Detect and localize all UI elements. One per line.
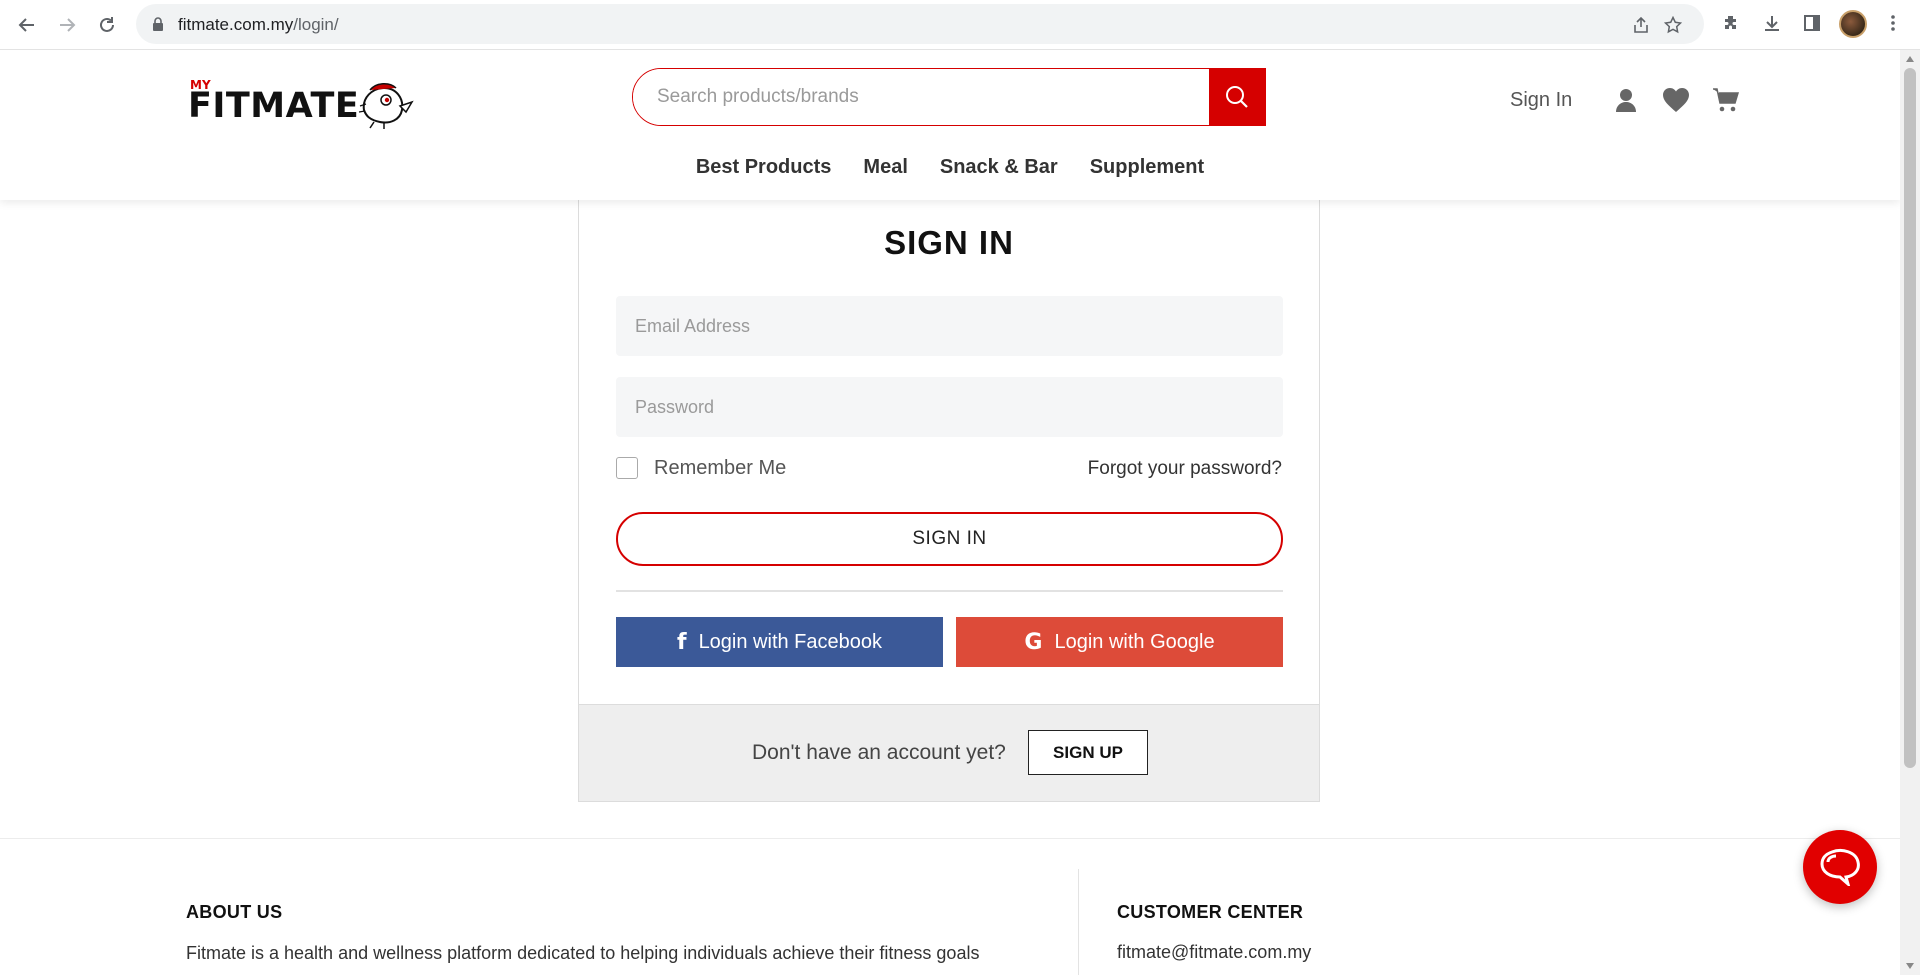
menu-kebab-icon[interactable] [1880,10,1906,36]
url-text: fitmate.com.my/login/ [178,15,339,34]
profile-avatar[interactable] [1839,10,1867,38]
back-icon[interactable] [11,9,43,41]
facebook-login-label: Login with Facebook [698,630,883,653]
google-login-button[interactable]: G Login with Google [956,617,1283,667]
remember-me-checkbox[interactable] [616,457,638,479]
signup-prompt: Don't have an account yet? [752,741,1006,764]
signin-title: SIGN IN [884,224,1014,261]
browser-toolbar: fitmate.com.my/login/ [0,0,1920,50]
share-icon[interactable] [1630,14,1652,36]
remember-me-label: Remember Me [654,456,787,479]
side-panel-icon[interactable] [1799,10,1825,36]
site-header: MY FITMATE Sign In [0,50,1900,200]
divider [616,590,1283,592]
bookmark-star-icon[interactable] [1662,14,1684,36]
signup-section: Don't have an account yet? SIGN UP [579,704,1319,801]
google-icon: G [1024,629,1043,655]
lock-icon [153,17,163,31]
footer-divider [1078,869,1079,975]
header-actions: Sign In [1510,82,1740,118]
google-login-label: Login with Google [1054,630,1215,653]
header-signin-link[interactable]: Sign In [1510,89,1572,112]
fitmate-logo[interactable]: MY FITMATE [188,78,418,129]
password-field[interactable] [616,377,1283,437]
facebook-login-button[interactable]: f Login with Facebook [616,617,943,667]
search-bar [632,68,1266,126]
search-icon [1226,86,1248,108]
facebook-icon: f [676,629,687,655]
scroll-down-arrow-icon[interactable] [1906,963,1914,969]
forgot-password-link[interactable]: Forgot your password? [1088,458,1282,480]
download-icon[interactable] [1759,10,1785,36]
nav-best-products[interactable]: Best Products [696,156,832,179]
signin-card: SIGN IN Remember Me Forgot your password… [578,200,1320,802]
live-chat-button[interactable] [1803,830,1877,904]
about-us-text: Fitmate is a health and wellness platfor… [186,943,980,963]
extensions-icon[interactable] [1719,10,1745,36]
logo-wordmark: FITMATE [188,86,360,126]
search-input[interactable] [633,69,1209,125]
reload-icon[interactable] [91,9,123,41]
chat-icon [1820,848,1860,886]
customer-center-email[interactable]: fitmate@fitmate.com.my [1117,942,1311,963]
customer-center-heading: CUSTOMER CENTER [1117,902,1304,922]
page-scrollbar[interactable] [1900,50,1920,975]
page-viewport: MY FITMATE Sign In [0,50,1900,975]
cart-icon[interactable] [1712,86,1740,114]
signup-button[interactable]: SIGN UP [1028,730,1148,775]
scroll-up-arrow-icon[interactable] [1906,56,1914,62]
main-nav: Best Products Meal Snack & Bar Supplemen… [0,156,1900,179]
wishlist-heart-icon[interactable] [1662,86,1690,114]
nav-snack-bar[interactable]: Snack & Bar [940,156,1058,179]
about-us-heading: ABOUT US [186,902,283,922]
remember-me[interactable]: Remember Me [616,455,786,481]
user-icon[interactable] [1612,86,1640,114]
logo-mascot-icon [358,83,414,129]
search-button[interactable] [1209,69,1265,125]
forward-icon[interactable] [51,9,83,41]
nav-supplement[interactable]: Supplement [1090,156,1204,179]
nav-meal[interactable]: Meal [863,156,907,179]
email-field[interactable] [616,296,1283,356]
address-bar[interactable]: fitmate.com.my/login/ [136,4,1704,44]
signin-button[interactable]: SIGN IN [616,512,1283,566]
scrollbar-thumb[interactable] [1904,68,1916,768]
